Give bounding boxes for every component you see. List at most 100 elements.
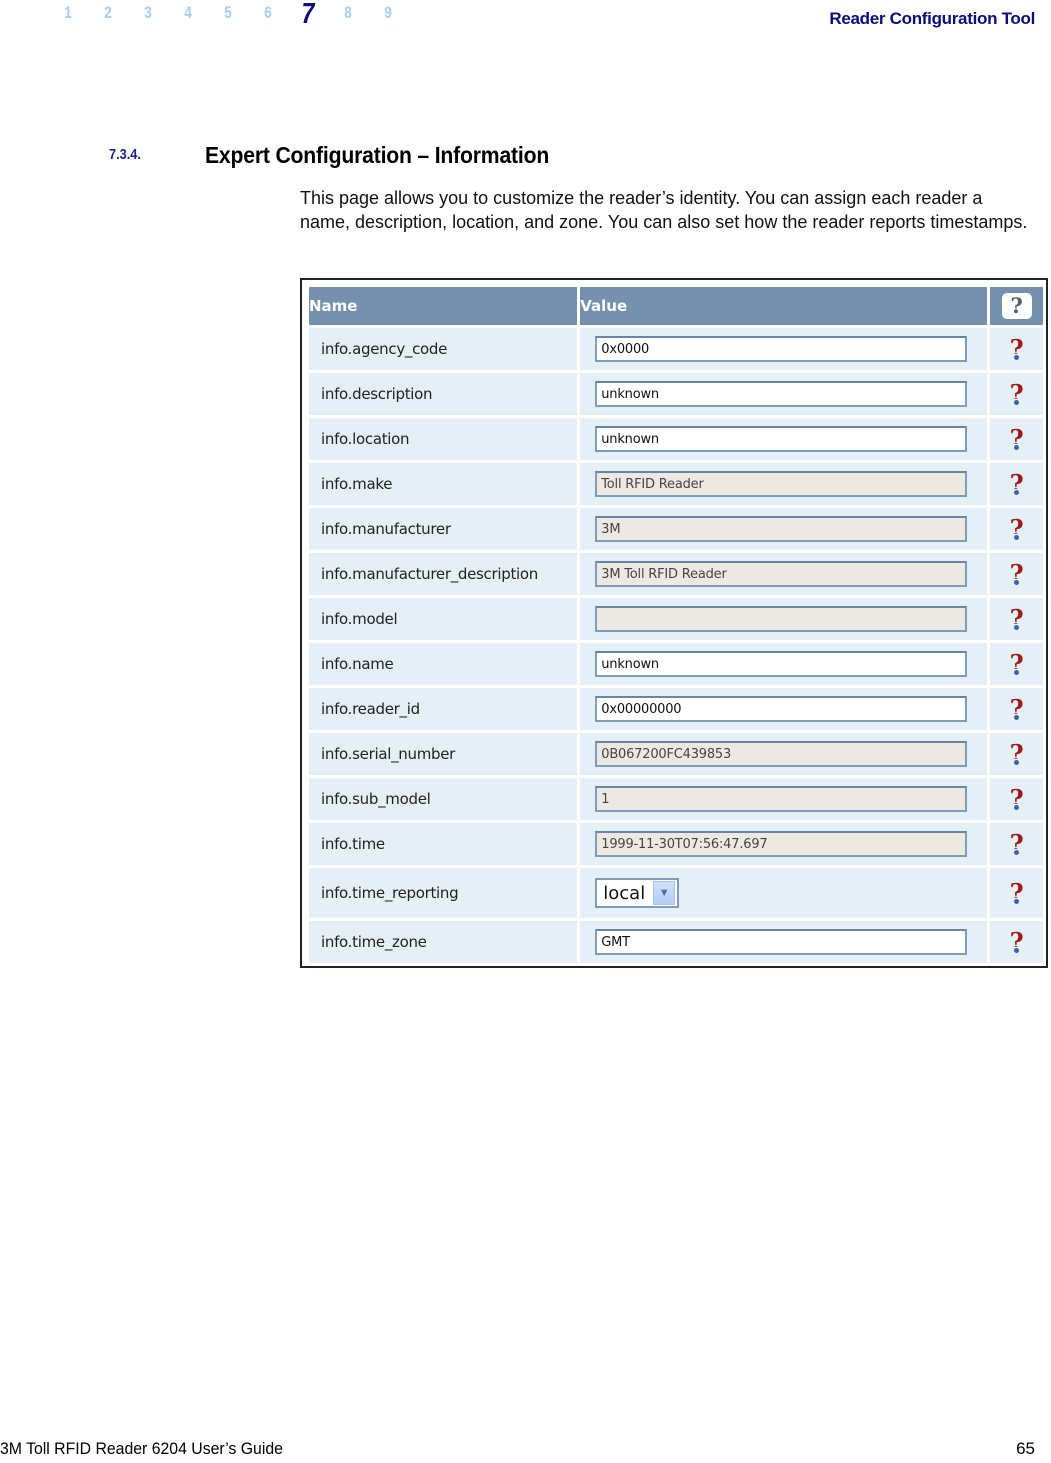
chapter-8[interactable]: 8 — [332, 2, 364, 24]
input-field-info-reader-id[interactable]: 0x00000000 — [595, 696, 968, 722]
question-mark-glyph: ? — [1009, 738, 1024, 768]
field-value-cell: 0x0000 — [580, 328, 988, 370]
table-row: info.sub_model 1? — [309, 778, 1043, 820]
chapter-4[interactable]: 4 — [172, 2, 204, 24]
table-row: info.time_zone GMT? — [309, 921, 1043, 963]
readonly-field-info-manufacturer-description: 3M Toll RFID Reader — [595, 561, 968, 587]
column-header-name: Name — [309, 287, 578, 325]
field-name: info.manufacturer_description — [309, 553, 578, 595]
input-field-info-name[interactable]: unknown — [595, 651, 968, 677]
page-number: 65 — [1016, 1439, 1035, 1458]
help-question-icon[interactable]: ? — [1010, 697, 1024, 721]
input-field-info-description[interactable]: unknown — [595, 381, 968, 407]
help-question-icon[interactable]: ? — [1010, 562, 1024, 586]
time-reporting-select[interactable]: local ▼ — [595, 878, 680, 908]
help-question-icon[interactable]: ? — [1010, 930, 1024, 954]
intro-paragraph: This page allows you to customize the re… — [300, 188, 1028, 232]
field-value-cell: Toll RFID Reader — [580, 463, 988, 505]
question-mark-glyph: ? — [1009, 648, 1024, 678]
table-row: info.name unknown? — [309, 643, 1043, 685]
doc-title: Reader Configuration Tool — [829, 9, 1035, 28]
question-mark-glyph: ? — [1009, 513, 1024, 543]
question-mark-glyph: ? — [1009, 783, 1024, 813]
field-name: info.time_zone — [309, 921, 578, 963]
help-question-icon[interactable]: ? — [1010, 472, 1024, 496]
help-question-icon[interactable]: ? — [1010, 787, 1024, 811]
help-question-icon[interactable]: ? — [1010, 832, 1024, 856]
table-row: info.manufacturer 3M? — [309, 508, 1043, 550]
help-question-icon[interactable]: ? — [1010, 742, 1024, 766]
field-value-cell: local ▼ — [580, 868, 988, 918]
field-name: info.model — [309, 598, 578, 640]
question-mark-glyph: ? — [1009, 693, 1024, 723]
help-question-icon[interactable]: ? — [1010, 607, 1024, 631]
chapter-6[interactable]: 6 — [252, 2, 284, 24]
field-value-cell: 1999-11-30T07:56:47.697 — [580, 823, 988, 865]
table-row: info.make Toll RFID Reader? — [309, 463, 1043, 505]
readonly-field-info-sub-model: 1 — [595, 786, 968, 812]
field-value-cell: GMT — [580, 921, 988, 963]
chapter-7-active[interactable]: 7 — [292, 0, 324, 29]
help-icon[interactable]: ? — [1001, 293, 1032, 319]
chapter-3[interactable]: 3 — [132, 2, 164, 24]
field-name: info.time_reporting — [309, 868, 578, 918]
question-mark-glyph: ? — [1009, 828, 1024, 858]
chevron-down-icon[interactable]: ▼ — [653, 881, 676, 905]
chapter-2[interactable]: 2 — [92, 2, 124, 24]
question-mark-glyph: ? — [1009, 423, 1024, 453]
help-cell: ? — [990, 643, 1043, 685]
help-question-icon[interactable]: ? — [1010, 517, 1024, 541]
question-mark-glyph: ? — [1009, 333, 1024, 363]
help-cell: ? — [990, 688, 1043, 730]
field-name: info.manufacturer — [309, 508, 578, 550]
section-title: Expert Configuration – Information — [205, 142, 550, 168]
help-question-icon[interactable]: ? — [1010, 337, 1024, 361]
chapter-9[interactable]: 9 — [372, 2, 404, 24]
field-name: info.description — [309, 373, 578, 415]
field-value-cell: 1 — [580, 778, 988, 820]
help-cell: ? — [990, 921, 1043, 963]
field-name: info.name — [309, 643, 578, 685]
input-field-info-location[interactable]: unknown — [595, 426, 968, 452]
footer-guide-title: 3M Toll RFID Reader 6204 User’s Guide — [0, 1439, 283, 1458]
help-cell: ? — [990, 373, 1043, 415]
field-name: info.agency_code — [309, 328, 578, 370]
readonly-field-info-serial-number: 0B067200FC439853 — [595, 741, 968, 767]
field-value-cell: 0B067200FC439853 — [580, 733, 988, 775]
question-mark-glyph: ? — [1009, 603, 1024, 633]
field-value-cell — [580, 598, 988, 640]
field-value-cell: 3M — [580, 508, 988, 550]
help-cell: ? — [990, 823, 1043, 865]
field-value-cell: unknown — [580, 418, 988, 460]
help-question-icon[interactable]: ? — [1010, 382, 1024, 406]
table-row: info.manufacturer_description 3M Toll RFI… — [309, 553, 1043, 595]
table-row: info.time_reporting local ▼? — [309, 868, 1043, 918]
help-cell: ? — [990, 733, 1043, 775]
column-header-value: Value — [580, 287, 988, 325]
help-cell: ? — [990, 778, 1043, 820]
input-field-info-time-zone[interactable]: GMT — [595, 929, 968, 955]
help-question-icon[interactable]: ? — [1010, 881, 1024, 905]
question-mark-glyph: ? — [1009, 378, 1024, 408]
question-mark-glyph: ? — [1009, 926, 1024, 956]
help-cell: ? — [990, 328, 1043, 370]
field-name: info.reader_id — [309, 688, 578, 730]
chapter-1[interactable]: 1 — [52, 2, 84, 24]
help-question-icon[interactable]: ? — [1010, 427, 1024, 451]
field-value-cell: 0x00000000 — [580, 688, 988, 730]
chapter-nav: 1 2 3 4 5 6 7 8 9 — [48, 0, 408, 32]
chapter-5[interactable]: 5 — [212, 2, 244, 24]
table-row: info.reader_id 0x00000000? — [309, 688, 1043, 730]
input-field-info-agency-code[interactable]: 0x0000 — [595, 336, 968, 362]
help-question-icon[interactable]: ? — [1010, 652, 1024, 676]
help-cell: ? — [990, 508, 1043, 550]
field-value-cell: unknown — [580, 373, 988, 415]
field-name: info.make — [309, 463, 578, 505]
table-row: info.time 1999-11-30T07:56:47.697? — [309, 823, 1043, 865]
table-row: info.description unknown? — [309, 373, 1043, 415]
field-name: info.time — [309, 823, 578, 865]
question-mark-glyph: ? — [1009, 468, 1024, 498]
help-cell: ? — [990, 868, 1043, 918]
column-header-help[interactable]: ? — [990, 287, 1043, 325]
question-mark-glyph: ? — [1009, 558, 1024, 588]
